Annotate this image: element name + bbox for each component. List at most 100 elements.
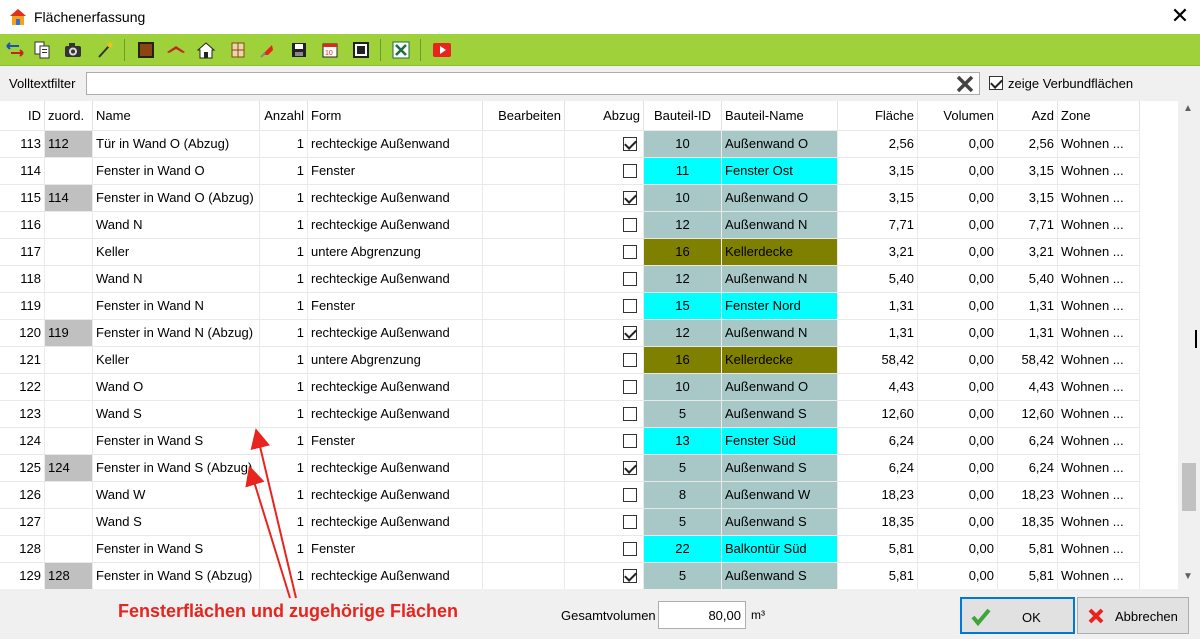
column-header[interactable]: Bearbeiten	[483, 101, 565, 130]
table-row[interactable]: 124 Fenster in Wand S 1 Fenster 13 Fenster Sü…	[0, 427, 1140, 454]
abzug-checkbox[interactable]	[623, 542, 637, 556]
abzug-cell[interactable]	[565, 158, 644, 184]
table-row[interactable]: 123 Wand S 1 rechteckige Außenwand 5 Außenwan…	[0, 400, 1140, 427]
abzug-checkbox[interactable]	[623, 380, 637, 394]
table-row[interactable]: 119 Fenster in Wand N 1 Fenster 15 Fenster No…	[0, 292, 1140, 319]
table-row[interactable]: 113 112 Tür in Wand O (Abzug) 1 rechteckige …	[0, 130, 1140, 157]
edit-cell[interactable]	[483, 482, 565, 508]
edit-cell[interactable]	[483, 536, 565, 562]
copy-icon[interactable]	[31, 39, 53, 61]
column-header[interactable]: Bauteil-Name	[722, 101, 838, 130]
wand-icon[interactable]	[94, 39, 116, 61]
edit-cell[interactable]	[483, 509, 565, 535]
cancel-button[interactable]: Abbrechen	[1077, 597, 1189, 634]
table-row[interactable]: 117 Keller 1 untere Abgrenzung 16 Kellerdecke…	[0, 238, 1140, 265]
column-header[interactable]: Abzug	[565, 101, 644, 130]
column-header[interactable]: ID	[0, 101, 45, 130]
abzug-checkbox[interactable]	[623, 569, 637, 583]
abzug-cell[interactable]	[565, 401, 644, 427]
edit-cell[interactable]	[483, 455, 565, 481]
close-button[interactable]: ✕	[1165, 2, 1195, 32]
table-row[interactable]: 115 114 Fenster in Wand O (Abzug) 1 rechteck…	[0, 184, 1140, 211]
edit-cell[interactable]	[483, 293, 565, 319]
column-header[interactable]: Fläche	[838, 101, 918, 130]
save-icon[interactable]	[288, 39, 310, 61]
window-icon[interactable]	[227, 39, 249, 61]
abzug-cell[interactable]	[565, 563, 644, 589]
table-row[interactable]: 126 Wand W 1 rechteckige Außenwand 8 Außenwan…	[0, 481, 1140, 508]
column-header[interactable]: Zone	[1058, 101, 1140, 130]
abzug-cell[interactable]	[565, 482, 644, 508]
abzug-checkbox[interactable]	[623, 488, 637, 502]
table-row[interactable]: 121 Keller 1 untere Abgrenzung 16 Kellerdecke…	[0, 346, 1140, 373]
table-row[interactable]: 122 Wand O 1 rechteckige Außenwand 10 Außenwa…	[0, 373, 1140, 400]
abzug-cell[interactable]	[565, 131, 644, 157]
show-composite-checkbox[interactable]	[989, 76, 1003, 90]
table-row[interactable]: 116 Wand N 1 rechteckige Außenwand 12 Außenwa…	[0, 211, 1140, 238]
table-row[interactable]: 129 128 Fenster in Wand S (Abzug) 1 rechteck…	[0, 562, 1140, 589]
abzug-cell[interactable]	[565, 428, 644, 454]
table-row[interactable]: 118 Wand N 1 rechteckige Außenwand 12 Außenwa…	[0, 265, 1140, 292]
abzug-checkbox[interactable]	[623, 164, 637, 178]
abzug-checkbox[interactable]	[623, 245, 637, 259]
column-header[interactable]: Bauteil-ID	[644, 101, 722, 130]
ok-button[interactable]: OK	[960, 597, 1075, 634]
abzug-cell[interactable]	[565, 455, 644, 481]
calendar-icon[interactable]: 10	[319, 39, 341, 61]
abzug-checkbox[interactable]	[623, 515, 637, 529]
abzug-cell[interactable]	[565, 320, 644, 346]
abzug-cell[interactable]	[565, 266, 644, 292]
house-icon[interactable]	[195, 39, 217, 61]
wall-icon[interactable]	[135, 39, 157, 61]
edit-cell[interactable]	[483, 374, 565, 400]
edit-cell[interactable]	[483, 131, 565, 157]
flag-icon[interactable]	[256, 39, 278, 61]
roof-icon[interactable]	[165, 39, 187, 61]
abzug-cell[interactable]	[565, 374, 644, 400]
edit-cell[interactable]	[483, 563, 565, 589]
abzug-checkbox[interactable]	[623, 299, 637, 313]
column-header[interactable]: Form	[308, 101, 483, 130]
table-row[interactable]: 120 119 Fenster in Wand N (Abzug) 1 rechteck…	[0, 319, 1140, 346]
fulltext-filter-input[interactable]	[86, 72, 980, 95]
edit-cell[interactable]	[483, 347, 565, 373]
column-header[interactable]: Name	[93, 101, 260, 130]
edit-cell[interactable]	[483, 185, 565, 211]
abzug-cell[interactable]	[565, 293, 644, 319]
sort-icon[interactable]	[4, 39, 26, 61]
edit-cell[interactable]	[483, 401, 565, 427]
column-header[interactable]: Volumen	[918, 101, 998, 130]
scroll-up-icon[interactable]: ▲	[1183, 103, 1193, 114]
abzug-cell[interactable]	[565, 239, 644, 265]
abzug-cell[interactable]	[565, 347, 644, 373]
edit-cell[interactable]	[483, 266, 565, 292]
abzug-checkbox[interactable]	[623, 407, 637, 421]
abzug-checkbox[interactable]	[623, 272, 637, 286]
total-volume-field[interactable]	[658, 601, 746, 629]
scroll-down-icon[interactable]: ▼	[1183, 571, 1193, 582]
abzug-checkbox[interactable]	[623, 353, 637, 367]
table-row[interactable]: 128 Fenster in Wand S 1 Fenster 22 Balkontür …	[0, 535, 1140, 562]
column-header[interactable]: zuord.	[45, 101, 93, 130]
table-row[interactable]: 114 Fenster in Wand O 1 Fenster 11 Fenster Os…	[0, 157, 1140, 184]
table-row[interactable]: 127 Wand S 1 rechteckige Außenwand 5 Außenwan…	[0, 508, 1140, 535]
edit-cell[interactable]	[483, 158, 565, 184]
play-icon[interactable]	[431, 39, 453, 61]
abzug-checkbox[interactable]	[623, 137, 637, 151]
edit-cell[interactable]	[483, 212, 565, 238]
edit-cell[interactable]	[483, 428, 565, 454]
abzug-cell[interactable]	[565, 509, 644, 535]
column-header[interactable]: Anzahl	[260, 101, 308, 130]
abzug-checkbox[interactable]	[623, 461, 637, 475]
frame-icon[interactable]	[350, 39, 372, 61]
excel-icon[interactable]	[390, 39, 412, 61]
abzug-cell[interactable]	[565, 185, 644, 211]
scroll-thumb[interactable]	[1182, 463, 1196, 511]
clear-filter-icon[interactable]	[955, 74, 975, 94]
column-header[interactable]: Azd	[998, 101, 1058, 130]
table-row[interactable]: 125 124 Fenster in Wand S (Abzug) 1 rechteck…	[0, 454, 1140, 481]
abzug-checkbox[interactable]	[623, 191, 637, 205]
camera-icon[interactable]	[62, 39, 84, 61]
abzug-checkbox[interactable]	[623, 218, 637, 232]
abzug-checkbox[interactable]	[623, 434, 637, 448]
